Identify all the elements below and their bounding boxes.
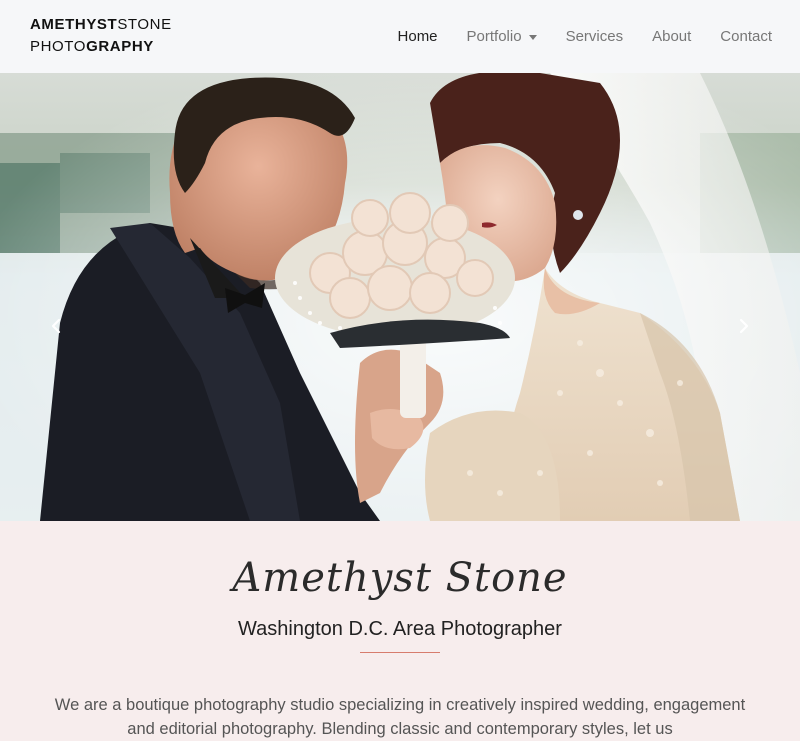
intro-section: Amethyst Stone Washington D.C. Area Phot… — [0, 521, 800, 738]
nav-portfolio[interactable]: Portfolio — [467, 28, 537, 45]
brand-line1-rest: STONE — [117, 16, 172, 33]
navbar: AMETHYSTSTONE PHOTOGRAPHY Home Portfolio… — [0, 0, 800, 73]
brand-line1-bold: AMETHYST — [30, 16, 118, 33]
hero-image-couple — [0, 73, 800, 521]
nav-contact[interactable]: Contact — [720, 28, 772, 45]
nav-about[interactable]: About — [652, 28, 691, 45]
carousel-next-button[interactable] — [733, 315, 755, 337]
brand-line2-bold: GRAPHY — [86, 38, 154, 55]
caret-down-icon — [528, 34, 537, 40]
nav-portfolio-label: Portfolio — [466, 28, 522, 45]
script-title: Amethyst Stone — [232, 555, 568, 601]
brand-line2-rest: PHOTO — [30, 38, 87, 55]
section-divider — [360, 652, 440, 653]
page-subtitle: Washington D.C. Area Photographer — [238, 618, 562, 640]
brand-logo[interactable]: AMETHYSTSTONE PHOTOGRAPHY — [30, 14, 172, 58]
chevron-left-icon — [51, 318, 61, 334]
nav-home[interactable]: Home — [398, 28, 438, 45]
main-nav: Home Portfolio Services About Contact — [369, 0, 772, 73]
carousel-prev-button[interactable] — [45, 315, 67, 337]
chevron-right-icon — [739, 318, 749, 334]
hero-carousel — [0, 73, 800, 521]
nav-services[interactable]: Services — [566, 28, 624, 45]
